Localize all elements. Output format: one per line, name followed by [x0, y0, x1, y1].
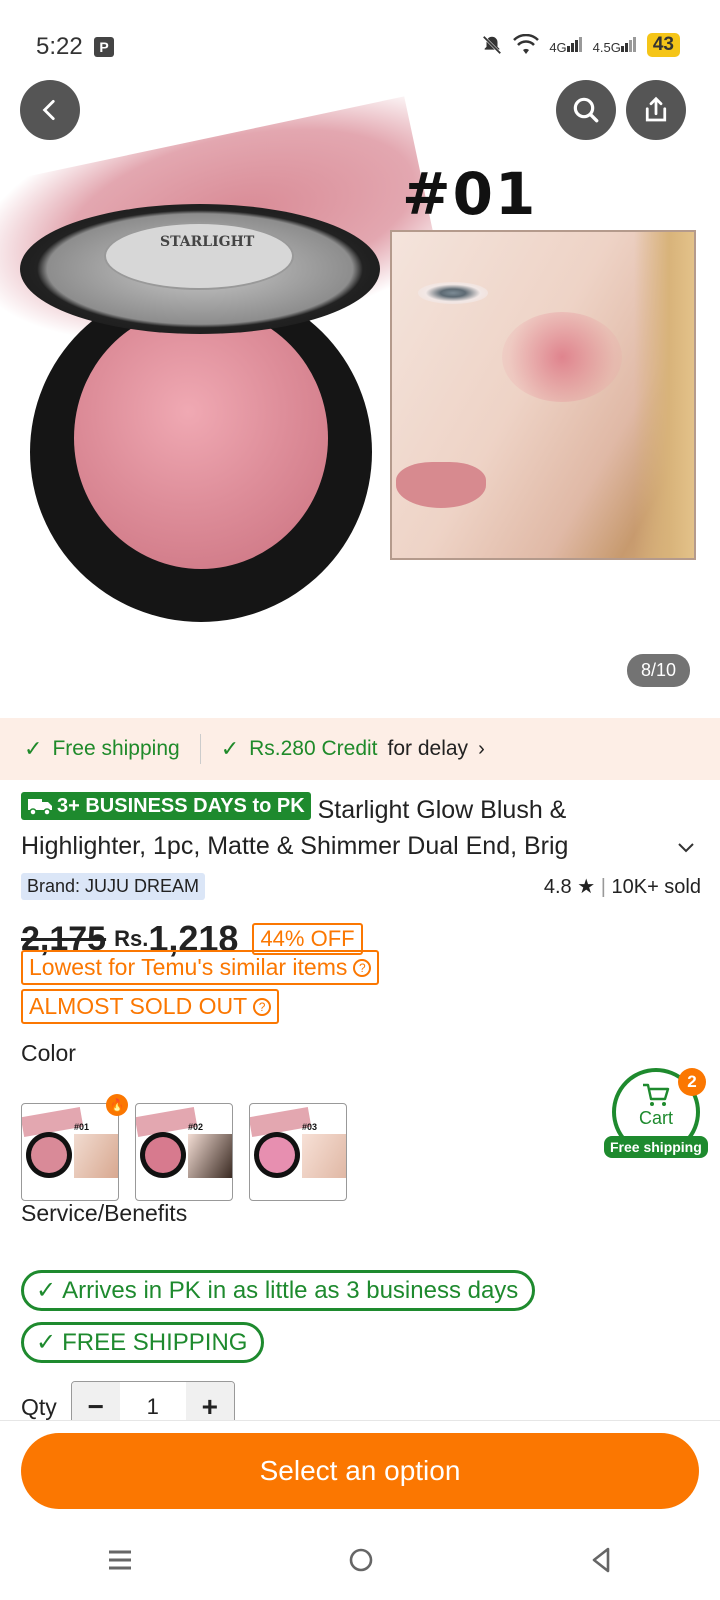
arrives-benefit-badge[interactable]: ✓ Arrives in PK in as little as 3 busine… — [21, 1270, 536, 1311]
system-nav-bar — [0, 1520, 720, 1600]
compact-lid-image: STARLIGHT — [20, 204, 380, 334]
help-icon: ? — [253, 997, 272, 1016]
free-shipping-benefit-label: FREE SHIPPING — [62, 1328, 248, 1356]
delivery-days-label: 3+ BUSINESS DAYS to PK — [57, 795, 305, 817]
color-option-label: #01 — [74, 1122, 90, 1132]
free-shipping-benefit-badge[interactable]: ✓ FREE SHIPPING — [21, 1322, 265, 1363]
product-title[interactable]: 3+ BUSINESS DAYS to PK Starlight Glow Bl… — [21, 792, 661, 864]
service-benefits-label: Service/Benefits — [21, 1200, 188, 1226]
chevron-left-icon — [42, 99, 55, 121]
free-shipping-item: ✓ Free shipping — [24, 736, 180, 762]
rating-value: 4.8 — [543, 876, 572, 898]
network-4g-label: 4G — [549, 39, 567, 55]
notification-p-icon: P — [94, 37, 114, 57]
qty-label: Qty — [21, 1393, 57, 1420]
cart-icon — [643, 1083, 670, 1106]
color-pan — [259, 1137, 295, 1173]
check-icon: ✓ — [36, 1329, 57, 1356]
recent-apps-icon[interactable] — [106, 1547, 134, 1573]
star-icon: ★ — [577, 876, 596, 898]
color-option-label: #02 — [188, 1122, 204, 1132]
color-option-02[interactable]: #02 — [135, 1103, 233, 1201]
brand-tag[interactable]: Brand: JUJU DREAM — [21, 873, 206, 900]
battery-indicator: 43 — [646, 33, 680, 57]
rating-sold[interactable]: 4.8 ★ | 10K+ sold — [544, 874, 701, 899]
free-shipping-label: Free shipping — [52, 737, 180, 760]
check-icon: ✓ — [36, 1277, 57, 1304]
signal-45g-icon: 4.5G — [593, 36, 637, 55]
status-time: 5:22 — [36, 33, 83, 60]
color-pan — [31, 1137, 67, 1173]
arrives-benefit-label: Arrives in PK in as little as 3 business… — [62, 1276, 519, 1304]
brand-rating-row: Brand: JUJU DREAM 4.8 ★ | 10K+ sold — [21, 873, 701, 900]
divider — [199, 734, 201, 764]
signal-4g-icon: 4G — [549, 36, 582, 55]
delivery-truck-icon — [28, 799, 52, 816]
shipping-strip[interactable]: ✓ Free shipping ✓ Rs.280 Credit for dela… — [0, 718, 720, 780]
credit-suffix: for delay — [387, 737, 469, 760]
compact-brand-text: STARLIGHT — [160, 234, 255, 250]
fire-icon: 🔥 — [106, 1094, 128, 1116]
color-label: Color — [21, 1040, 76, 1066]
almost-sold-out-label: ALMOST SOLD OUT — [29, 993, 248, 1019]
expand-title-chevron-icon[interactable] — [676, 838, 696, 861]
chevron-right-icon: › — [478, 737, 485, 760]
delivery-days-badge: 3+ BUSINESS DAYS to PK — [21, 792, 311, 820]
lowest-price-tag[interactable]: Lowest for Temu's similar items ? — [21, 950, 380, 985]
home-icon[interactable] — [347, 1546, 375, 1574]
back-button[interactable] — [20, 80, 80, 140]
model-photo — [390, 230, 696, 560]
back-nav-icon[interactable] — [588, 1546, 614, 1574]
select-option-button[interactable]: Select an option — [21, 1433, 699, 1509]
status-icons: 4G 4.5G 43 — [481, 33, 680, 57]
delay-credit-link[interactable]: ✓ Rs.280 Credit for delay › — [221, 736, 485, 762]
almost-sold-out-tag[interactable]: ALMOST SOLD OUT ? — [21, 989, 280, 1024]
network-45g-label: 4.5G — [592, 39, 621, 55]
color-option-01[interactable]: #01 — [21, 1103, 119, 1201]
status-bar: 5:22 P 4G 4.5G 43 — [0, 0, 720, 72]
wifi-icon — [513, 34, 540, 54]
cart-free-shipping-label: Free shipping — [604, 1136, 708, 1158]
mute-bell-icon — [483, 35, 502, 55]
sold-count: 10K+ sold — [611, 876, 701, 898]
cart-count-badge: 2 — [678, 1068, 706, 1096]
search-button[interactable] — [556, 80, 616, 140]
color-option-label: #03 — [302, 1122, 318, 1132]
product-image-carousel[interactable]: STARLIGHT #01 8/10 — [0, 72, 720, 712]
search-icon — [573, 97, 599, 123]
share-icon — [645, 96, 667, 122]
color-pan — [145, 1137, 181, 1173]
bottom-action-bar: Select an option — [0, 1420, 720, 1520]
check-icon: ✓ — [220, 736, 240, 761]
image-page-indicator: 8/10 — [626, 654, 690, 687]
credit-amount: Rs.280 Credit — [249, 737, 378, 760]
divider: | — [600, 876, 606, 898]
shade-title: #01 — [402, 160, 538, 228]
share-button[interactable] — [626, 80, 686, 140]
color-option-03[interactable]: #03 — [249, 1103, 347, 1201]
compact-pan-image — [74, 307, 328, 569]
lowest-price-label: Lowest for Temu's similar items — [29, 954, 348, 980]
check-icon: ✓ — [24, 736, 43, 761]
help-icon: ? — [353, 958, 372, 977]
quantity-value[interactable]: 1 — [119, 1394, 186, 1420]
currency-label: Rs. — [114, 926, 149, 951]
cart-label: Cart — [638, 1108, 673, 1128]
